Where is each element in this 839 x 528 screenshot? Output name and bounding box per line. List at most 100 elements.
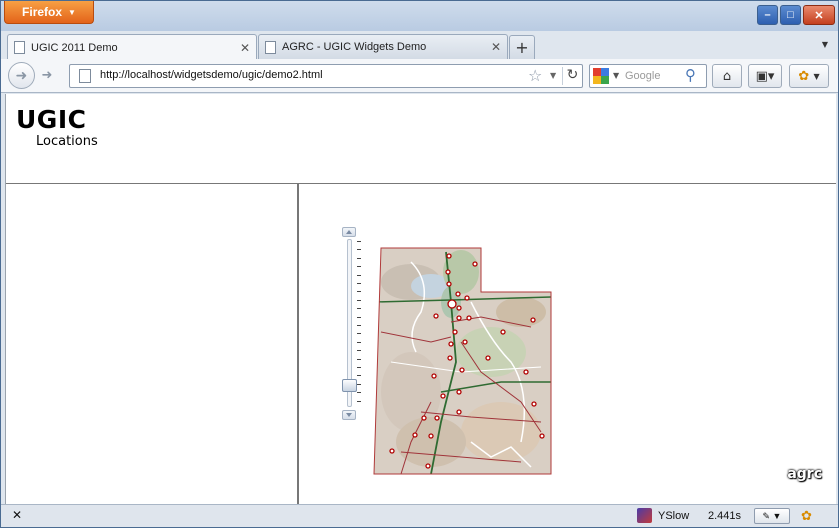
map-marker[interactable] <box>456 389 462 395</box>
map-marker[interactable] <box>440 393 446 399</box>
zoom-out-icon[interactable] <box>342 410 356 420</box>
map-marker[interactable] <box>431 373 437 379</box>
map-marker[interactable] <box>452 329 458 335</box>
map-marker[interactable] <box>462 339 468 345</box>
home-button[interactable]: ⌂ <box>712 64 742 88</box>
tab-list-chevron-icon[interactable]: ▼ <box>822 40 828 49</box>
zoom-tick <box>357 241 361 242</box>
page-header: UGIC Locations <box>6 94 836 184</box>
status-tool-button[interactable]: ✎ ▼ <box>754 508 790 524</box>
map-marker[interactable] <box>425 463 431 469</box>
map-marker[interactable] <box>389 448 395 454</box>
close-icon[interactable]: ✕ <box>12 508 22 522</box>
map-marker[interactable] <box>539 433 545 439</box>
map-marker[interactable] <box>421 415 427 421</box>
firefox-menu-label: Firefox <box>22 5 63 19</box>
map-marker[interactable] <box>456 315 462 321</box>
zoom-tick <box>357 299 361 301</box>
new-tab-button[interactable]: + <box>509 35 535 59</box>
zoom-in-icon[interactable] <box>342 227 356 237</box>
map-marker[interactable] <box>447 299 457 309</box>
zoom-tick <box>357 325 361 326</box>
zoom-tick <box>357 257 361 259</box>
zoom-tick <box>357 308 361 310</box>
map-marker[interactable] <box>445 269 451 275</box>
address-bar[interactable]: http://localhost/widgetsdemo/ugic/demo2.… <box>69 64 583 88</box>
tab-agrc-widgets[interactable]: AGRC - UGIC Widgets Demo ✕ <box>258 34 508 59</box>
google-icon[interactable] <box>593 68 609 84</box>
map-marker[interactable] <box>523 369 529 375</box>
map-marker[interactable] <box>455 291 461 297</box>
zoom-slider-handle[interactable] <box>342 379 357 392</box>
map-marker[interactable] <box>464 295 470 301</box>
zoom-tick <box>357 350 361 352</box>
zoom-tick <box>357 274 361 276</box>
search-bar[interactable]: ▼ Google ⚲ <box>589 64 707 88</box>
star-icon[interactable]: ☆ <box>528 66 542 85</box>
map-marker[interactable] <box>448 341 454 347</box>
zoom-tick <box>357 316 361 318</box>
zoom-tick <box>357 266 361 268</box>
window-controls: – □ ✕ <box>757 5 835 25</box>
yslow-icon[interactable] <box>637 508 652 523</box>
chevron-down-icon[interactable]: ▼ <box>550 71 556 80</box>
firebug-icon: ✿ <box>798 68 810 84</box>
forward-button[interactable]: ➜ <box>36 66 58 85</box>
reload-icon[interactable]: ↻ <box>562 67 582 85</box>
firebug-icon[interactable]: ✿ <box>801 508 812 524</box>
map-marker[interactable] <box>434 415 440 421</box>
navigation-toolbar: ➜ ➜ http://localhost/widgetsdemo/ugic/de… <box>1 59 838 93</box>
search-input[interactable]: Google <box>625 70 660 82</box>
zoom-tick <box>357 367 361 368</box>
map-marker[interactable] <box>412 432 418 438</box>
close-window-button[interactable]: ✕ <box>803 5 835 25</box>
map-marker[interactable] <box>433 313 439 319</box>
back-forward-group: ➜ ➜ <box>8 62 62 89</box>
tab-close-icon[interactable]: ✕ <box>491 40 501 54</box>
agrc-logo: agrc <box>787 466 822 482</box>
bookmarks-icon: ▣▾ <box>755 68 775 84</box>
map-marker[interactable] <box>485 355 491 361</box>
tab-strip: UGIC 2011 Demo ✕ AGRC - UGIC Widgets Dem… <box>1 31 838 60</box>
search-icon[interactable]: ⚲ <box>685 66 696 84</box>
url-text[interactable]: http://localhost/widgetsdemo/ugic/demo2.… <box>100 69 323 81</box>
map-marker[interactable] <box>530 317 536 323</box>
map-marker[interactable] <box>446 281 452 287</box>
map-tiles <box>374 248 551 474</box>
map-marker[interactable] <box>447 355 453 361</box>
tab-close-icon[interactable]: ✕ <box>240 41 250 55</box>
maximize-button[interactable]: □ <box>780 5 801 25</box>
page-icon <box>79 69 91 83</box>
tab-label: AGRC - UGIC Widgets Demo <box>282 41 427 53</box>
chevron-down-icon[interactable]: ▼ <box>613 71 619 80</box>
zoom-tick <box>357 400 361 402</box>
map-marker[interactable] <box>472 261 478 267</box>
utah-map[interactable] <box>371 242 561 477</box>
map-container[interactable]: agrc <box>301 184 836 504</box>
bookmarks-button[interactable]: ▣▾ <box>748 64 782 88</box>
map-marker[interactable] <box>446 253 452 259</box>
map-marker[interactable] <box>456 409 462 415</box>
map-marker[interactable] <box>459 367 465 373</box>
firebug-button[interactable]: ✿ ▼ <box>789 64 829 88</box>
map-marker[interactable] <box>428 433 434 439</box>
map-marker[interactable] <box>456 305 462 311</box>
zoom-tick <box>357 392 361 394</box>
back-button[interactable]: ➜ <box>8 62 35 89</box>
home-icon: ⌂ <box>722 68 732 84</box>
chevron-down-icon: ▼ <box>68 7 76 17</box>
browser-window: Firefox ▼ – □ ✕ UGIC 2011 Demo ✕ AGRC - … <box>0 0 839 528</box>
tab-ugic-demo[interactable]: UGIC 2011 Demo ✕ <box>7 34 257 60</box>
left-panel <box>6 184 299 504</box>
page-icon <box>265 40 276 54</box>
page-subtitle: Locations <box>36 134 98 149</box>
yslow-label[interactable]: YSlow <box>658 510 689 522</box>
firefox-menu-button[interactable]: Firefox ▼ <box>4 1 94 24</box>
zoom-tick <box>357 375 361 377</box>
minimize-button[interactable]: – <box>757 5 778 25</box>
map-marker[interactable] <box>500 329 506 335</box>
page-title: UGIC <box>16 105 87 134</box>
map-marker[interactable] <box>531 401 537 407</box>
zoom-tick <box>357 341 361 343</box>
map-marker[interactable] <box>466 315 472 321</box>
